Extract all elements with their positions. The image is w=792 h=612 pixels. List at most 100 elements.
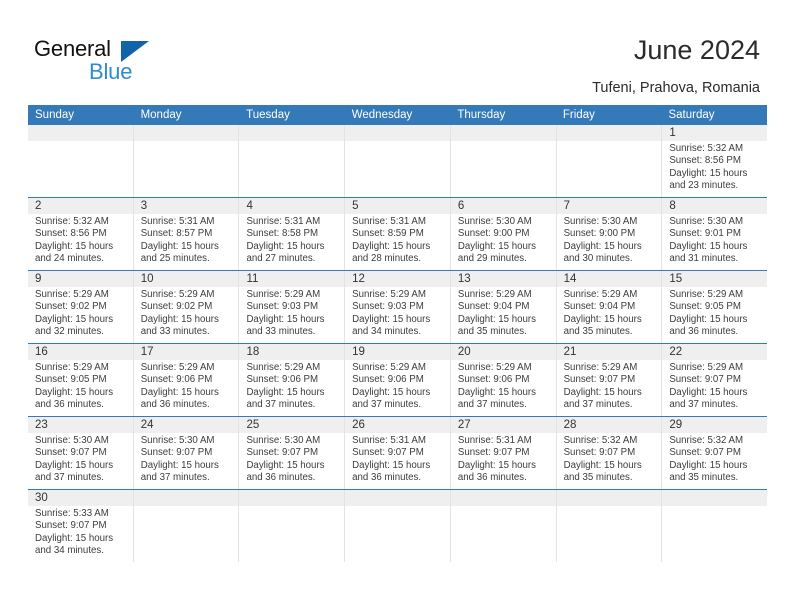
calendar-day-cell[interactable]: 15 Sunrise: 5:29 AM Sunset: 9:05 PM Dayligh… [661, 271, 768, 343]
sunset-text: Sunset: 9:05 PM [669, 301, 741, 313]
day-number: 1 [669, 127, 676, 139]
daylight-text-line1: Daylight: 15 hours [35, 313, 114, 325]
daylight-text-line1: Daylight: 15 hours [563, 459, 642, 471]
daylight-text-line1: Daylight: 15 hours [35, 386, 114, 398]
calendar-day-cell[interactable]: 10 Sunrise: 5:29 AM Sunset: 9:02 PM Dayligh… [132, 271, 239, 343]
calendar-day-cell[interactable]: 11 Sunrise: 5:29 AM Sunset: 9:03 PM Dayligh… [238, 271, 345, 343]
day-sun-info: Sunrise: 5:29 AM Sunset: 9:05 PM Daylight:… [28, 360, 133, 411]
day-number-strip [28, 271, 133, 287]
calendar-day-cell[interactable]: 27 Sunrise: 5:31 AM Sunset: 9:07 PM Dayligh… [449, 417, 556, 489]
day-sun-info: Sunrise: 5:29 AM Sunset: 9:07 PM Daylight:… [662, 360, 767, 411]
calendar-day-cell[interactable]: 18 Sunrise: 5:29 AM Sunset: 9:06 PM Dayligh… [238, 344, 345, 416]
sunset-text: Sunset: 8:58 PM [246, 228, 319, 240]
sunset-text: Sunset: 9:01 PM [669, 228, 741, 240]
calendar-day-cell[interactable]: 5 Sunrise: 5:31 AM Sunset: 8:59 PM Daylight… [344, 198, 450, 270]
day-number-strip [239, 490, 345, 506]
daylight-text-line1: Daylight: 15 hours [352, 459, 431, 471]
sunrise-text: Sunrise: 5:30 AM [563, 216, 638, 227]
day-sun-info: Sunrise: 5:29 AM Sunset: 9:07 PM Daylight:… [557, 360, 662, 411]
day-number: 13 [457, 273, 471, 285]
day-number-strip [450, 490, 556, 506]
calendar-day-cell[interactable]: 12 Sunrise: 5:29 AM Sunset: 9:03 PM Dayligh… [344, 271, 450, 343]
day-sun-info: Sunrise: 5:30 AM Sunset: 9:01 PM Daylight:… [662, 214, 767, 265]
day-number: 29 [669, 419, 683, 431]
daylight-text-line1: Daylight: 15 hours [669, 313, 748, 325]
sunrise-text: Sunrise: 5:31 AM [246, 216, 321, 227]
sunset-text: Sunset: 9:03 PM [352, 301, 424, 313]
calendar-day-cell[interactable]: 6 Sunrise: 5:30 AM Sunset: 9:00 PM Daylight… [449, 198, 556, 270]
general-blue-logo[interactable]: General Blue [34, 36, 214, 90]
day-sun-info: Sunrise: 5:32 AM Sunset: 8:56 PM Daylight:… [662, 141, 767, 192]
sunrise-text: Sunrise: 5:30 AM [140, 435, 215, 446]
day-number-strip [28, 125, 133, 141]
sunset-text: Sunset: 9:02 PM [35, 301, 107, 313]
sunset-text: Sunset: 9:07 PM [669, 374, 741, 386]
calendar-day-cell-empty [28, 125, 133, 197]
calendar-page: General Blue June 2024 Tufeni, Prahova, … [0, 0, 792, 612]
calendar-day-cell[interactable]: 24 Sunrise: 5:30 AM Sunset: 9:07 PM Dayligh… [132, 417, 239, 489]
calendar-day-cell[interactable]: 7 Sunrise: 5:30 AM Sunset: 9:00 PM Daylight… [555, 198, 662, 270]
calendar-day-cell-empty [555, 125, 662, 197]
day-number-strip [556, 125, 662, 141]
calendar-day-cell[interactable]: 21 Sunrise: 5:29 AM Sunset: 9:07 PM Dayligh… [555, 344, 662, 416]
daylight-text-line1: Daylight: 15 hours [457, 240, 536, 252]
daylight-text-line1: Daylight: 15 hours [352, 313, 431, 325]
calendar-day-cell[interactable]: 3 Sunrise: 5:31 AM Sunset: 8:57 PM Daylight… [132, 198, 239, 270]
day-number-strip [133, 490, 239, 506]
daylight-text-line1: Daylight: 15 hours [35, 240, 114, 252]
day-number: 27 [457, 419, 471, 431]
day-sun-info: Sunrise: 5:30 AM Sunset: 9:07 PM Daylight:… [28, 433, 133, 484]
sunset-text: Sunset: 9:02 PM [140, 301, 213, 313]
calendar-day-cell[interactable]: 22 Sunrise: 5:29 AM Sunset: 9:07 PM Dayligh… [661, 344, 768, 416]
day-sun-info: Sunrise: 5:32 AM Sunset: 9:07 PM Daylight:… [557, 433, 662, 484]
day-number-strip [662, 125, 768, 141]
calendar-day-cell[interactable]: 4 Sunrise: 5:31 AM Sunset: 8:58 PM Daylight… [238, 198, 345, 270]
daylight-text-line1: Daylight: 15 hours [669, 386, 748, 398]
calendar-day-cell[interactable]: 2 Sunrise: 5:32 AM Sunset: 8:56 PM Daylight… [28, 198, 133, 270]
sunrise-text: Sunrise: 5:32 AM [669, 143, 744, 154]
daylight-text-line2: and 23 minutes. [669, 179, 739, 191]
day-sun-info: Sunrise: 5:31 AM Sunset: 8:57 PM Daylight:… [134, 214, 239, 265]
daylight-text-line2: and 36 minutes. [246, 471, 316, 483]
weekday-header-tuesday: Tuesday [246, 109, 290, 121]
daylight-text-line1: Daylight: 15 hours [669, 459, 748, 471]
sunset-text: Sunset: 9:06 PM [457, 374, 530, 386]
calendar-day-cell[interactable]: 1 Sunrise: 5:32 AM Sunset: 8:56 PM Daylight… [661, 125, 768, 197]
calendar-day-cell[interactable]: 16 Sunrise: 5:29 AM Sunset: 9:05 PM Dayligh… [28, 344, 133, 416]
sunset-text: Sunset: 9:07 PM [669, 447, 741, 459]
sunset-text: Sunset: 9:03 PM [246, 301, 319, 313]
sunset-text: Sunset: 8:59 PM [352, 228, 424, 240]
day-number: 21 [563, 346, 577, 358]
day-sun-info: Sunrise: 5:30 AM Sunset: 9:07 PM Daylight:… [134, 433, 239, 484]
day-number-strip [239, 125, 345, 141]
calendar-day-cell[interactable]: 20 Sunrise: 5:29 AM Sunset: 9:06 PM Dayligh… [449, 344, 556, 416]
calendar-day-cell[interactable]: 28 Sunrise: 5:32 AM Sunset: 9:07 PM Dayligh… [555, 417, 662, 489]
daylight-text-line2: and 36 minutes. [35, 398, 104, 410]
daylight-text-line1: Daylight: 15 hours [140, 386, 219, 398]
calendar-day-cell[interactable]: 8 Sunrise: 5:30 AM Sunset: 9:01 PM Daylight… [661, 198, 768, 270]
daylight-text-line1: Daylight: 15 hours [669, 240, 748, 252]
calendar-day-cell[interactable]: 29 Sunrise: 5:32 AM Sunset: 9:07 PM Dayligh… [661, 417, 768, 489]
calendar-day-cell[interactable]: 13 Sunrise: 5:29 AM Sunset: 9:04 PM Dayligh… [449, 271, 556, 343]
daylight-text-line2: and 35 minutes. [563, 471, 633, 483]
calendar-day-cell[interactable]: 17 Sunrise: 5:29 AM Sunset: 9:06 PM Dayligh… [132, 344, 239, 416]
day-number: 10 [140, 273, 154, 285]
calendar-day-cell[interactable]: 9 Sunrise: 5:29 AM Sunset: 9:02 PM Daylight… [28, 271, 133, 343]
weekday-header-row: Sunday Monday Tuesday Wednesday Thursday… [28, 105, 767, 125]
day-number: 19 [352, 346, 365, 358]
calendar-day-cell[interactable]: 19 Sunrise: 5:29 AM Sunset: 9:06 PM Dayligh… [344, 344, 450, 416]
calendar-day-cell-empty [661, 490, 768, 562]
sunset-text: Sunset: 9:07 PM [35, 447, 107, 459]
calendar-day-cell[interactable]: 26 Sunrise: 5:31 AM Sunset: 9:07 PM Dayligh… [344, 417, 450, 489]
daylight-text-line2: and 31 minutes. [669, 252, 739, 264]
sunrise-text: Sunrise: 5:31 AM [352, 216, 426, 227]
day-sun-info: Sunrise: 5:29 AM Sunset: 9:04 PM Daylight:… [451, 287, 556, 338]
calendar-day-cell[interactable]: 25 Sunrise: 5:30 AM Sunset: 9:07 PM Dayligh… [238, 417, 345, 489]
day-number-strip [556, 198, 662, 214]
calendar-day-cell[interactable]: 23 Sunrise: 5:30 AM Sunset: 9:07 PM Dayligh… [28, 417, 133, 489]
day-number: 22 [669, 346, 683, 358]
day-number: 15 [669, 273, 683, 285]
sunset-text: Sunset: 9:04 PM [457, 301, 530, 313]
calendar-day-cell[interactable]: 30 Sunrise: 5:33 AM Sunset: 9:07 PM Dayligh… [28, 490, 133, 562]
calendar-day-cell[interactable]: 14 Sunrise: 5:29 AM Sunset: 9:04 PM Dayligh… [555, 271, 662, 343]
